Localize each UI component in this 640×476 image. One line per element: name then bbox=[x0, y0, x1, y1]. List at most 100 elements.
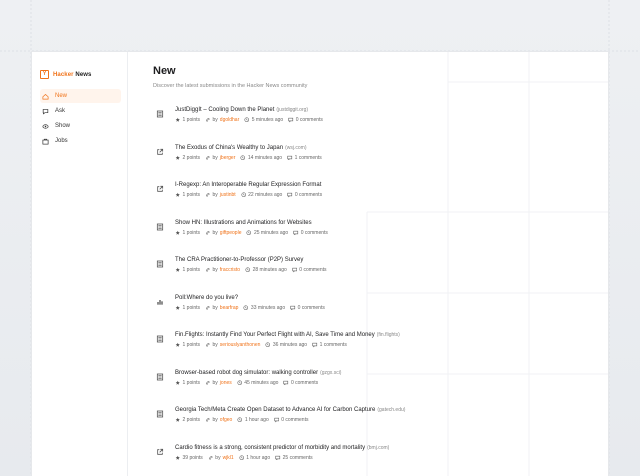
story-title-link[interactable]: Cardio fitness is a strong, consistent p… bbox=[175, 445, 365, 451]
external-link-icon[interactable] bbox=[155, 184, 165, 194]
story-title-link[interactable]: Poll:Where do you live? bbox=[175, 295, 238, 301]
sidebar-item-new[interactable]: New bbox=[40, 89, 121, 103]
author-link[interactable]: wjkl1 bbox=[223, 454, 234, 462]
external-link-icon[interactable] bbox=[155, 447, 165, 457]
time-group: 33 minutes ago bbox=[243, 304, 285, 312]
story-time: 25 minutes ago bbox=[253, 229, 289, 236]
sidebar-item-jobs[interactable]: Jobs bbox=[40, 134, 121, 148]
clock-icon bbox=[237, 417, 243, 423]
star-icon bbox=[175, 267, 181, 273]
star-icon bbox=[175, 117, 181, 123]
story-title-row: I-Regexp: An Interoperable Regular Expre… bbox=[175, 181, 608, 189]
document-icon[interactable] bbox=[155, 222, 165, 232]
story-time: 1 hour ago bbox=[244, 417, 269, 423]
story-row: Cardio fitness is a strong, consistent p… bbox=[153, 444, 608, 476]
story-title-link[interactable]: The Exodus of China's Wealthy to Japan bbox=[175, 145, 283, 151]
comments-count[interactable]: 0 comments bbox=[298, 304, 325, 312]
story-body: I-Regexp: An Interoperable Regular Expre… bbox=[175, 181, 608, 199]
story-title-link[interactable]: Browser-based robot dog simulator: walki… bbox=[175, 370, 318, 376]
comments-count[interactable]: 0 comments bbox=[281, 416, 308, 424]
points-count: 1 points bbox=[182, 379, 201, 386]
story-time: 5 minutes ago bbox=[251, 117, 284, 123]
points-group: 1 points bbox=[175, 341, 200, 349]
comment-icon bbox=[287, 155, 293, 161]
story-domain[interactable]: (justdiggit.org) bbox=[276, 107, 308, 113]
author-link[interactable]: ofgeo bbox=[220, 416, 233, 424]
bar-chart-icon[interactable] bbox=[155, 297, 165, 307]
comments-count[interactable]: 25 comments bbox=[283, 454, 313, 462]
brand-name-prefix: Hacker bbox=[53, 71, 74, 78]
document-icon[interactable] bbox=[155, 372, 165, 382]
story-title-link[interactable]: Fin.Flights: Instantly Find Your Perfect… bbox=[175, 332, 375, 338]
author-link[interactable]: justinbt bbox=[220, 191, 236, 199]
story-title-link[interactable]: I-Regexp: An Interoperable Regular Expre… bbox=[175, 182, 321, 188]
story-title-link[interactable]: JustDiggIt – Cooling Down the Planet bbox=[175, 107, 274, 113]
comments-group[interactable]: 0 comments bbox=[287, 191, 322, 199]
story-domain[interactable]: (bmj.com) bbox=[367, 445, 389, 451]
comments-count[interactable]: 0 comments bbox=[299, 266, 326, 274]
author-group: by jones bbox=[205, 379, 232, 387]
comments-group[interactable]: 0 comments bbox=[292, 266, 327, 274]
comments-count[interactable]: 0 comments bbox=[301, 229, 328, 237]
author-link[interactable]: dgoldhar bbox=[220, 116, 239, 124]
author-link[interactable]: seriouslyanthonen bbox=[220, 341, 261, 349]
time-group: 1 hour ago bbox=[237, 416, 269, 424]
document-icon[interactable] bbox=[155, 259, 165, 269]
story-body: Georgia Tech/Meta Create Open Dataset to… bbox=[175, 406, 608, 424]
comments-group[interactable]: 25 comments bbox=[275, 454, 313, 462]
author-link[interactable]: jberger bbox=[220, 154, 236, 162]
by-label: by bbox=[212, 154, 218, 161]
story-title-link[interactable]: Show HN: Illustrations and Animations fo… bbox=[175, 220, 312, 226]
story-meta: 1 points by jones 45 minutes ago 0 comments bbox=[175, 379, 608, 387]
story-domain[interactable]: (fin.flights) bbox=[377, 332, 400, 338]
sidebar-item-show[interactable]: Show bbox=[40, 119, 121, 133]
story-title-row: Poll:Where do you live? bbox=[175, 294, 608, 302]
story-title-link[interactable]: The CRA Practitioner-to-Professor (P2P) … bbox=[175, 257, 303, 263]
comments-group[interactable]: 1 comments bbox=[312, 341, 347, 349]
author-link[interactable]: fraccristo bbox=[220, 266, 240, 274]
comments-count[interactable]: 1 comments bbox=[320, 341, 347, 349]
comments-group[interactable]: 1 comments bbox=[287, 154, 322, 162]
story-title-row: Fin.Flights: Instantly Find Your Perfect… bbox=[175, 331, 608, 339]
star-icon bbox=[175, 192, 181, 198]
author-link[interactable]: jones bbox=[220, 379, 232, 387]
sidebar-item-label: Ask bbox=[55, 108, 66, 114]
story-domain[interactable]: (wsj.com) bbox=[285, 145, 306, 151]
sidebar-item-ask[interactable]: Ask bbox=[40, 104, 121, 118]
story-domain[interactable]: (gzgx.sci) bbox=[320, 370, 341, 376]
author-link[interactable]: bearfrap bbox=[220, 304, 239, 312]
comments-count[interactable]: 0 comments bbox=[291, 379, 318, 387]
time-group: 25 minutes ago bbox=[246, 229, 288, 237]
comments-count[interactable]: 0 comments bbox=[296, 116, 323, 124]
story-row: Fin.Flights: Instantly Find Your Perfect… bbox=[153, 331, 608, 369]
brand[interactable]: Y Hacker News bbox=[40, 70, 121, 79]
clock-icon bbox=[241, 192, 247, 198]
chat-icon bbox=[42, 108, 49, 115]
author-link[interactable]: giftpeople bbox=[220, 229, 242, 237]
comments-group[interactable]: 0 comments bbox=[293, 229, 328, 237]
external-link-icon[interactable] bbox=[155, 147, 165, 157]
comments-group[interactable]: 0 comments bbox=[274, 416, 308, 424]
story-domain[interactable]: (gatech.edu) bbox=[377, 407, 405, 413]
story-title-link[interactable]: Georgia Tech/Meta Create Open Dataset to… bbox=[175, 407, 375, 413]
story-meta: 39 points by wjkl1 1 hour ago 25 comments bbox=[175, 454, 608, 462]
author-group: by jberger bbox=[205, 154, 235, 162]
comments-group[interactable]: 0 comments bbox=[288, 116, 323, 124]
points-count: 1 points bbox=[182, 117, 201, 123]
points-count: 1 points bbox=[182, 229, 201, 236]
story-row: The Exodus of China's Wealthy to Japan (w… bbox=[153, 144, 608, 182]
document-icon[interactable] bbox=[155, 409, 165, 419]
comment-icon bbox=[288, 117, 294, 123]
comments-count[interactable]: 1 comments bbox=[295, 154, 322, 162]
by-label: by bbox=[212, 342, 218, 348]
comments-group[interactable]: 0 comments bbox=[283, 379, 318, 387]
story-title-row: The CRA Practitioner-to-Professor (P2P) … bbox=[175, 256, 608, 264]
document-icon[interactable] bbox=[155, 334, 165, 344]
comments-count[interactable]: 0 comments bbox=[295, 191, 322, 199]
comments-group[interactable]: 0 comments bbox=[290, 304, 325, 312]
hacker-news-logo-icon: Y bbox=[40, 70, 49, 79]
author-group: by giftpeople bbox=[205, 229, 241, 237]
story-meta: 2 points by ofgeo 1 hour ago 0 comments bbox=[175, 416, 608, 424]
story-row: The CRA Practitioner-to-Professor (P2P) … bbox=[153, 256, 608, 294]
document-icon[interactable] bbox=[155, 109, 165, 119]
